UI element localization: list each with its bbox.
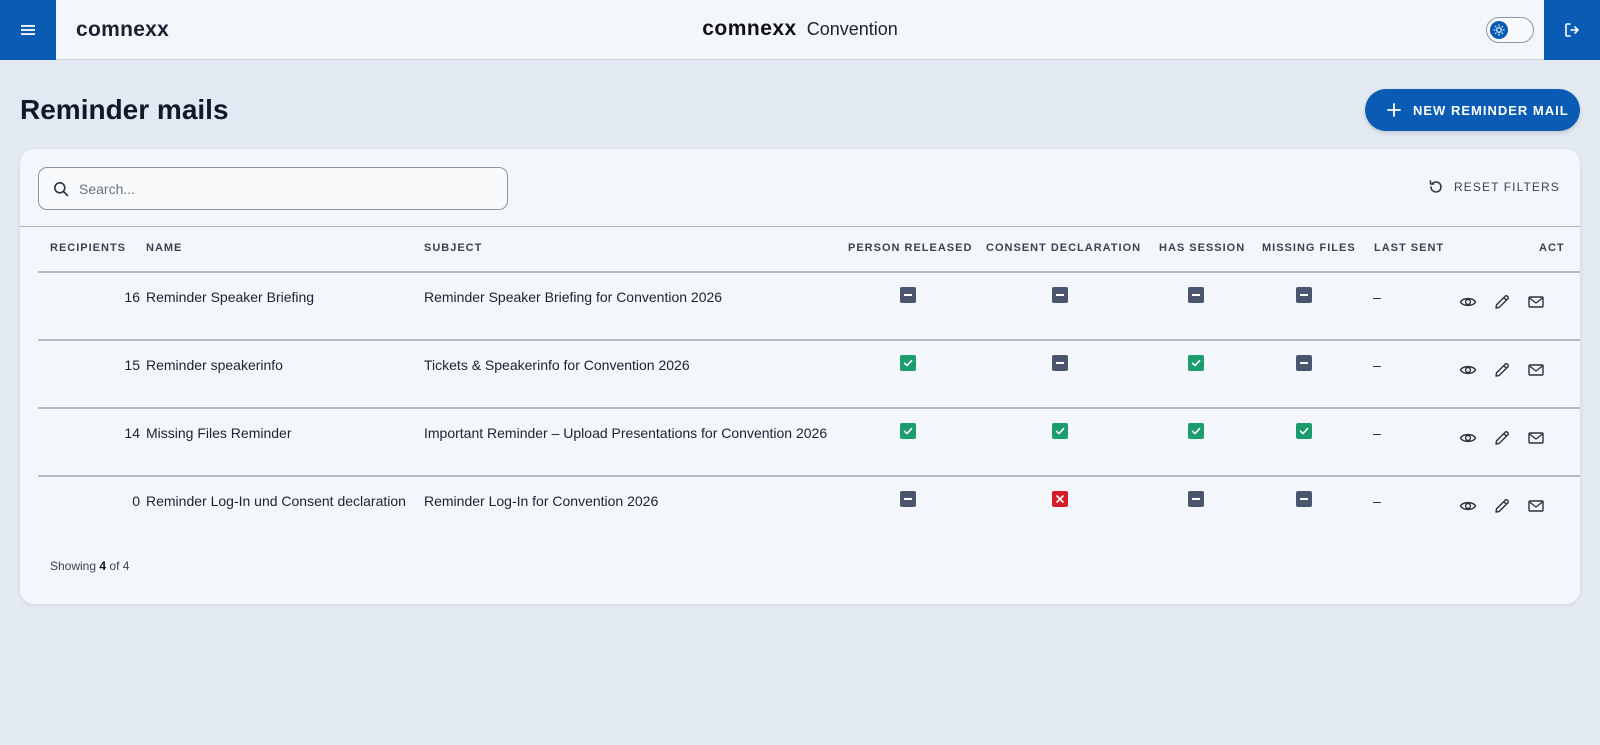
status-missing-files-icon <box>1296 287 1312 303</box>
status-has-session-icon <box>1188 491 1204 507</box>
column-header-actions: ACT <box>1539 242 1565 254</box>
cell-last-sent: – <box>1373 493 1381 509</box>
page-title: Reminder mails <box>20 94 229 125</box>
top-bar: comnexx comnexx Convention <box>0 0 1600 60</box>
reminder-mails-card: RESET FILTERS RECIPIENTS NAME SUBJECT PE… <box>20 149 1580 604</box>
showing-prefix: Showing <box>50 559 97 573</box>
cell-subject: Tickets & Speakerinfo for Convention 202… <box>424 357 690 373</box>
edit-icon[interactable] <box>1491 427 1513 449</box>
cell-subject: Reminder Speaker Briefing for Convention… <box>424 289 723 305</box>
status-missing-files-icon <box>1296 491 1312 507</box>
column-header-has-session[interactable]: HAS SESSION <box>1159 242 1245 254</box>
cell-last-sent: – <box>1373 357 1381 373</box>
search-box <box>38 167 508 210</box>
status-has-session-icon <box>1188 423 1204 439</box>
column-header-consent-declaration[interactable]: CONSENT DECLARATION <box>986 242 1141 254</box>
logout-icon <box>1565 23 1579 37</box>
column-header-missing-files[interactable]: MISSING FILES <box>1262 242 1356 254</box>
showing-suffix: of 4 <box>109 559 130 573</box>
column-header-subject[interactable]: SUBJECT <box>424 242 482 254</box>
mail-icon[interactable] <box>1525 359 1547 381</box>
status-has-session-icon <box>1188 355 1204 371</box>
column-header-person-released[interactable]: PERSON RELEASED <box>848 242 972 254</box>
status-consent-declaration-icon <box>1052 423 1068 439</box>
column-header-last-sent[interactable]: LAST SENT <box>1374 242 1444 254</box>
cell-last-sent: – <box>1373 289 1381 305</box>
status-person-released-icon <box>900 491 916 507</box>
cell-last-sent: – <box>1373 425 1381 441</box>
header-row-line <box>38 271 1580 273</box>
status-consent-declaration-icon <box>1052 287 1068 303</box>
cell-name: Missing Files Reminder <box>146 425 292 441</box>
results-count: Showing 4 of 4 <box>50 559 129 573</box>
center-logo: comnexx <box>702 17 797 40</box>
status-consent-declaration-icon <box>1052 491 1068 507</box>
cell-name: Reminder Log-In und Consent declaration <box>146 493 406 509</box>
cell-subject: Reminder Log-In for Convention 2026 <box>424 493 659 509</box>
edit-icon[interactable] <box>1491 291 1513 313</box>
edit-icon[interactable] <box>1491 495 1513 517</box>
plus-icon <box>1387 103 1401 117</box>
new-reminder-mail-label: NEW REMINDER MAIL <box>1413 102 1569 118</box>
showing-count: 4 <box>99 559 107 573</box>
sun-icon <box>1493 24 1505 36</box>
cell-subject: Important Reminder – Upload Presentation… <box>424 425 828 441</box>
status-consent-declaration-icon <box>1052 355 1068 371</box>
reset-icon <box>1429 180 1442 193</box>
status-person-released-icon <box>900 423 916 439</box>
theme-toggle-knob <box>1490 21 1508 39</box>
view-icon[interactable] <box>1457 495 1479 517</box>
status-missing-files-icon <box>1296 355 1312 371</box>
search-icon <box>54 181 69 196</box>
app-title-text: Convention <box>806 19 898 39</box>
column-header-name[interactable]: NAME <box>146 242 182 254</box>
new-reminder-mail-button[interactable]: NEW REMINDER MAIL <box>1365 89 1580 131</box>
mail-icon[interactable] <box>1525 291 1547 313</box>
reset-filters-label: RESET FILTERS <box>1454 180 1560 194</box>
filter-divider <box>20 226 1580 227</box>
mail-icon[interactable] <box>1525 495 1547 517</box>
row-separator <box>38 339 1580 341</box>
edit-icon[interactable] <box>1491 359 1513 381</box>
view-icon[interactable] <box>1457 427 1479 449</box>
theme-toggle[interactable] <box>1486 17 1534 43</box>
cell-recipients: 15 <box>124 357 140 373</box>
cell-recipients: 0 <box>132 493 140 509</box>
mail-icon[interactable] <box>1525 427 1547 449</box>
status-has-session-icon <box>1188 287 1204 303</box>
cell-name: Reminder Speaker Briefing <box>146 289 315 305</box>
view-icon[interactable] <box>1457 359 1479 381</box>
logout-button[interactable] <box>1544 0 1600 60</box>
status-missing-files-icon <box>1296 423 1312 439</box>
status-person-released-icon <box>900 355 916 371</box>
view-icon[interactable] <box>1457 291 1479 313</box>
search-input[interactable] <box>79 180 479 197</box>
cell-recipients: 16 <box>124 289 140 305</box>
column-header-recipients[interactable]: RECIPIENTS <box>50 242 126 254</box>
row-separator <box>38 407 1580 409</box>
cell-recipients: 14 <box>124 425 140 441</box>
row-separator <box>38 475 1580 477</box>
cell-name: Reminder speakerinfo <box>146 357 283 373</box>
status-person-released-icon <box>900 287 916 303</box>
reset-filters-button[interactable]: RESET FILTERS <box>1428 179 1560 195</box>
app-title: comnexx Convention <box>0 17 1600 41</box>
